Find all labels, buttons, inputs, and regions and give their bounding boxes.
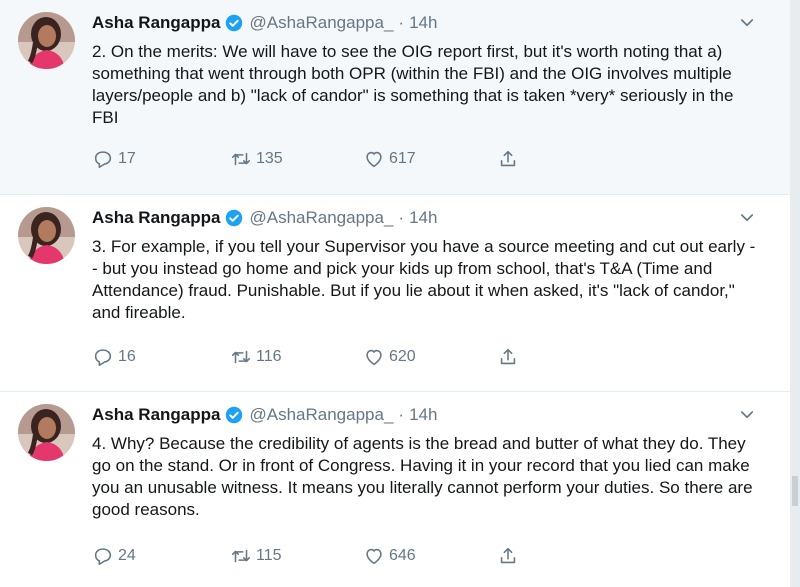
retweet-count: 115 [256,547,282,564]
reply-count: 17 [118,150,136,167]
reply-icon [94,151,112,169]
like-count: 646 [389,547,416,564]
heart-icon [366,349,382,366]
reply-count: 16 [118,348,136,365]
share-button[interactable] [497,545,523,567]
tweet[interactable]: Asha Rangappa @AshaRangappa_ · 14h 4. Wh… [0,392,790,587]
author-name[interactable]: Asha Rangappa [92,13,220,33]
reply-button[interactable]: 24 [92,545,136,567]
chevron-down-icon[interactable] [738,406,756,424]
retweet-button[interactable]: 115 [230,545,282,567]
heart-icon [366,151,382,168]
timestamp[interactable]: 14h [409,13,437,33]
separator-dot: · [398,208,405,227]
author-name[interactable]: Asha Rangappa [92,208,220,228]
share-icon [500,547,516,564]
retweet-count: 116 [256,348,282,365]
share-icon [500,150,516,167]
tweet-thread: Asha Rangappa @AshaRangappa_ · 14h 2. On… [0,0,790,587]
timestamp[interactable]: 14h [409,405,437,425]
retweet-icon [231,350,251,364]
tweet[interactable]: Asha Rangappa @AshaRangappa_ · 14h 2. On… [0,0,790,195]
reply-button[interactable]: 17 [92,148,136,170]
timestamp[interactable]: 14h [409,208,437,228]
avatar[interactable] [18,12,75,69]
like-button[interactable]: 620 [363,346,416,368]
separator-dot: · [398,405,405,424]
retweet-icon [231,152,251,166]
avatar-image [18,404,75,461]
share-button[interactable] [497,148,523,170]
reply-icon [94,548,112,566]
avatar[interactable] [18,404,75,461]
reply-icon [94,349,112,367]
separator-dot: · [398,13,405,32]
tweet-actions: 16 116 620 [92,346,542,370]
verified-badge-icon [225,406,243,424]
tweet-header: Asha Rangappa @AshaRangappa_ · 14h [92,13,437,33]
chevron-down-icon[interactable] [738,209,756,227]
retweet-count: 135 [256,150,283,167]
retweet-icon [231,549,251,563]
like-count: 620 [389,348,416,365]
tweet-text: 3. For example, if you tell your Supervi… [92,237,756,322]
tweet-header: Asha Rangappa @AshaRangappa_ · 14h [92,405,437,425]
heart-icon [366,548,382,565]
author-handle[interactable]: @AshaRangappa_ [249,405,393,425]
retweet-button[interactable]: 116 [230,346,282,368]
tweet-actions: 17 135 617 [92,148,542,172]
share-button[interactable] [497,346,523,368]
scrollbar[interactable] [790,0,800,587]
reply-button[interactable]: 16 [92,346,136,368]
author-handle[interactable]: @AshaRangappa_ [249,208,393,228]
avatar-image [18,12,75,69]
verified-badge-icon [225,209,243,227]
tweet-actions: 24 115 646 [92,545,542,569]
avatar[interactable] [18,207,75,264]
avatar-image [18,207,75,264]
tweet[interactable]: Asha Rangappa @AshaRangappa_ · 14h 3. Fo… [0,195,790,392]
tweet-header: Asha Rangappa @AshaRangappa_ · 14h [92,208,437,228]
reply-count: 24 [118,547,136,564]
tweet-text: 2. On the merits: We will have to see th… [92,42,734,127]
like-button[interactable]: 646 [363,545,416,567]
retweet-button[interactable]: 135 [230,148,283,170]
author-name[interactable]: Asha Rangappa [92,405,220,425]
share-icon [500,348,516,365]
tweet-text: 4. Why? Because the credibility of agent… [92,434,753,519]
like-count: 617 [389,150,416,167]
like-button[interactable]: 617 [363,148,416,170]
chevron-down-icon[interactable] [738,14,756,32]
verified-badge-icon [225,14,243,32]
author-handle[interactable]: @AshaRangappa_ [249,13,393,33]
scrollbar-thumb[interactable] [792,476,798,506]
